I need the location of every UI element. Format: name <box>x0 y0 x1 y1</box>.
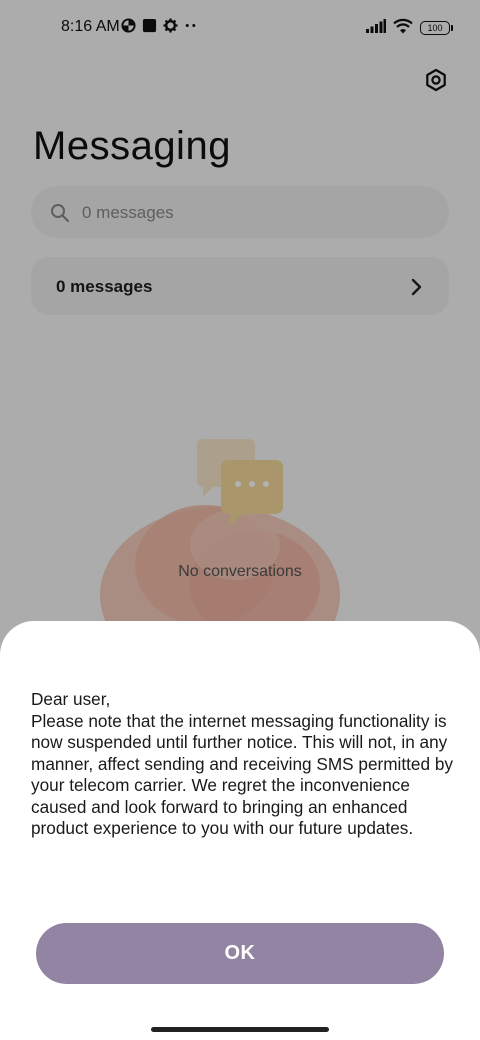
home-indicator[interactable] <box>151 1027 329 1032</box>
dialog-message: Dear user, Please note that the internet… <box>31 689 461 840</box>
ok-button[interactable]: OK <box>36 923 444 984</box>
dialog-body-text: Please note that the internet messaging … <box>31 710 453 839</box>
dialog-greeting: Dear user, <box>31 689 111 709</box>
messaging-screen: 8:16 AM 100 Messaging 0 messages 0 messa… <box>0 0 480 1040</box>
